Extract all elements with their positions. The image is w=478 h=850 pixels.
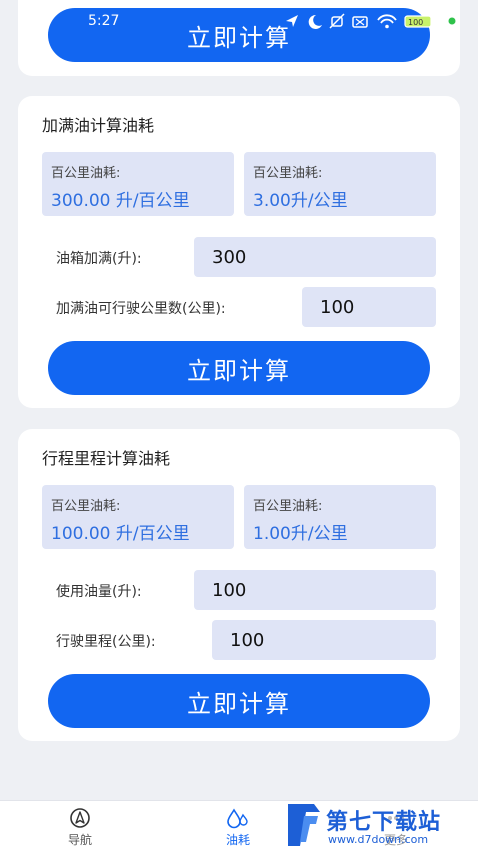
result-value: 1.00升/公里: [253, 524, 348, 544]
nav-item-navigation[interactable]: 导航: [50, 807, 110, 849]
result-label: 百公里油耗:: [51, 499, 121, 514]
result-value: 3.00升/公里: [253, 191, 348, 211]
trip-distance-input[interactable]: 100: [212, 620, 436, 660]
result-label: 百公里油耗:: [253, 166, 323, 181]
navigation-icon: [70, 808, 90, 828]
full-tank-result-per100: 百公里油耗: 300.00 升/百公里: [42, 152, 234, 216]
watermark-brand: 第七下载站: [326, 810, 442, 835]
nav-label: 导航: [67, 833, 92, 847]
result-label: 百公里油耗:: [253, 499, 323, 514]
trip-distance-label: 行驶里程(公里):: [56, 634, 156, 650]
distance-label: 加满油可行驶公里数(公里):: [56, 301, 226, 317]
distance-input[interactable]: 100: [302, 287, 436, 327]
watermark: 第七下载站 www.d7down.com: [282, 800, 478, 850]
trip-result-per100: 百公里油耗: 100.00 升/百公里: [42, 485, 234, 549]
trip-result-per-km: 百公里油耗: 1.00升/公里: [244, 485, 436, 549]
watermark-url: www.d7down.com: [328, 833, 429, 846]
result-label: 百公里油耗:: [51, 166, 121, 181]
fuel-amount-input[interactable]: 300: [194, 237, 436, 277]
watermark-logo-icon: [288, 804, 320, 846]
nav-item-fuel[interactable]: 油耗: [208, 807, 268, 849]
fuel-drop-icon: [227, 808, 248, 829]
full-tank-result-per-km: 百公里油耗: 3.00升/公里: [244, 152, 436, 216]
top-calculate-button[interactable]: 立即计算: [48, 8, 430, 62]
result-value: 300.00 升/百公里: [51, 191, 190, 211]
result-value: 100.00 升/百公里: [51, 524, 190, 544]
trip-title: 行程里程计算油耗: [42, 449, 171, 468]
fuel-used-input[interactable]: 100: [194, 570, 436, 610]
nav-label: 油耗: [225, 833, 250, 847]
fuel-amount-label: 油箱加满(升):: [56, 251, 142, 267]
top-card: 立即计算: [18, 0, 460, 76]
trip-card: 行程里程计算油耗 百公里油耗: 100.00 升/百公里 百公里油耗: 1.00…: [18, 429, 460, 741]
full-tank-title: 加满油计算油耗: [42, 116, 155, 135]
trip-calculate-button[interactable]: 立即计算: [48, 674, 430, 728]
full-tank-card: 加满油计算油耗 百公里油耗: 300.00 升/百公里 百公里油耗: 3.00升…: [18, 96, 460, 408]
full-tank-calculate-button[interactable]: 立即计算: [48, 341, 430, 395]
fuel-used-label: 使用油量(升):: [56, 584, 142, 600]
